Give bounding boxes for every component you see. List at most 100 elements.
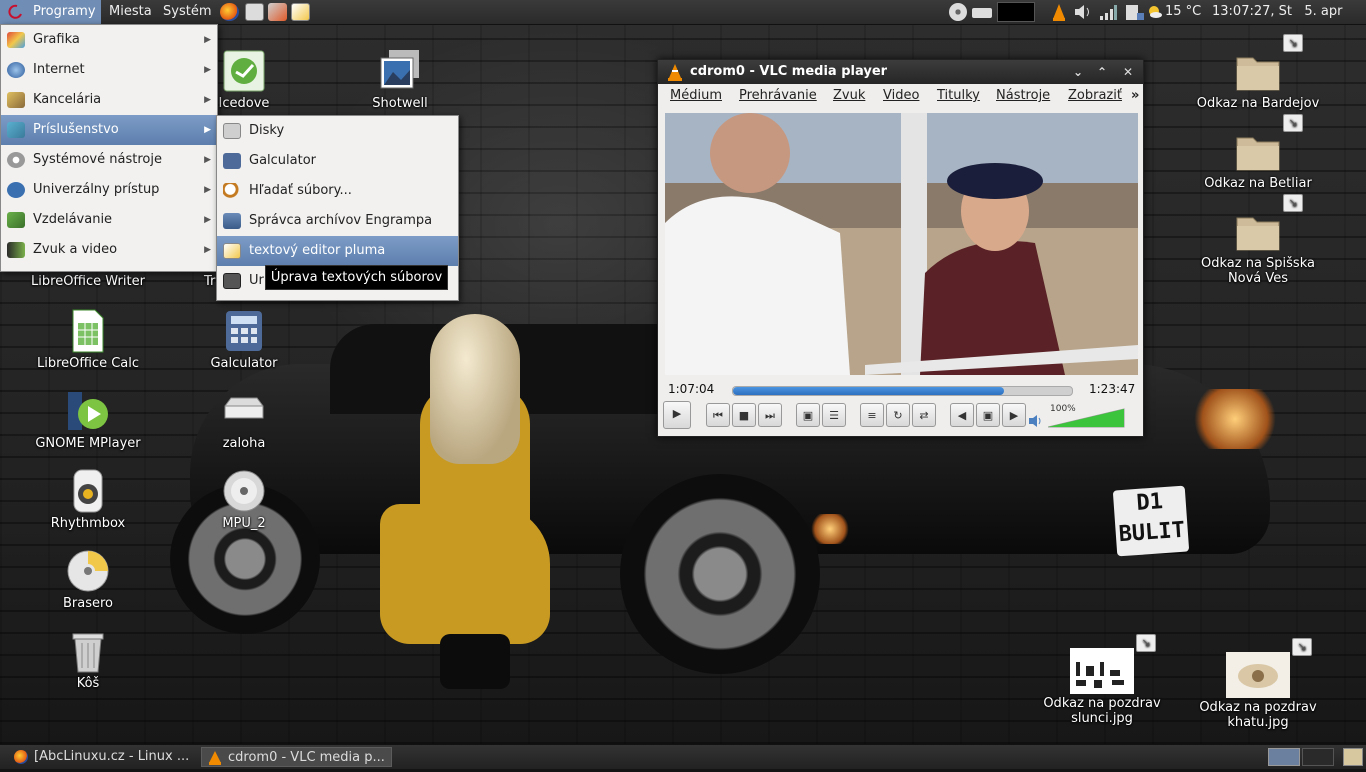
vlc-titlebar[interactable]: cdrom0 - VLC media player ⌄ ⌃ ✕ [658,60,1143,84]
license-plate: D1 BULIT [1112,485,1190,557]
desktop-icon-libreoffice-calc[interactable]: LibreOffice Calc [23,308,153,371]
desktop-icon-libreoffice-writer[interactable]: LibreOffice Writer [23,274,153,289]
drive-tray-icon[interactable] [972,8,992,18]
shortcut-arrow-icon: ↘ [1283,194,1303,212]
menu-nastroje[interactable]: Nástroje [996,84,1050,108]
menu-titulky[interactable]: Titulky [937,84,980,108]
submenu-arrow-icon: ▶ [204,245,211,255]
folder-link-icon: ↘ [1235,194,1303,254]
submenu-arrow-icon: ▶ [204,155,211,165]
vlc-menubar: Médium Prehrávanie Zvuk Video Titulky Ná… [658,84,1143,108]
calculator-launcher-icon[interactable] [245,3,264,21]
shotwell-icon [377,48,423,94]
menu-item-prislusenstvo[interactable]: Príslušenstvo ▶ [1,115,217,145]
next-chapter-button[interactable]: ⏭ [758,403,782,427]
close-button[interactable]: ✕ [1119,63,1137,81]
play-button[interactable]: ▶ [663,401,691,429]
menu-item-galculator[interactable]: Galculator [217,146,458,176]
taskbar-item-browser[interactable]: [AbcLinuxu.cz - Linux ... [8,747,198,767]
menu-video[interactable]: Video [883,84,919,108]
system-menu-button[interactable]: Systém [163,0,211,24]
desktop-icon-pozdrav-slunci[interactable]: ↘ Odkaz na pozdrav slunci.jpg [1037,634,1167,726]
workspace-1[interactable] [1268,748,1300,766]
menu-zvuk[interactable]: Zvuk [833,84,865,108]
video-area[interactable] [665,113,1138,375]
education-icon [7,212,25,228]
workspace-2[interactable] [1302,748,1334,766]
trash-applet-icon[interactable] [1343,748,1363,766]
menu-overflow-icon[interactable]: » [1131,84,1139,108]
desktop-icon-gnome-mplayer[interactable]: GNOME MPlayer [23,388,153,451]
menu-item-engrampa[interactable]: Správca archívov Engrampa [217,206,458,236]
menu-item-zvuk-a-video[interactable]: Zvuk a video ▶ [1,235,217,265]
screenshot-launcher-icon[interactable] [268,3,287,21]
menu-item-pluma[interactable]: textový editor pluma [217,236,458,266]
taskbar-item-vlc[interactable]: cdrom0 - VLC media p... [201,747,392,767]
image-link-icon: ↘ [1070,634,1156,694]
loop-button[interactable]: ↻ [886,403,910,427]
desktop-icon-brasero[interactable]: Brasero [23,548,153,611]
miesta-menu-button[interactable]: Miesta [109,0,152,24]
menu-item-kancelaria[interactable]: Kancelária ▶ [1,85,217,115]
temperature-label[interactable]: 15 °C [1165,0,1201,24]
vlc-tray-icon[interactable] [1052,3,1066,21]
frame-back-button[interactable]: ◀ [950,403,974,427]
previous-chapter-button[interactable]: ⏮ [706,403,730,427]
applications-menu: Grafika ▶ Internet ▶ Kancelária ▶ Príslušen… [0,24,218,272]
menu-item-disky[interactable]: Disky [217,116,458,146]
desktop-icon-zaloha[interactable]: zaloha [179,388,309,451]
system-monitor-icon[interactable] [997,2,1035,22]
screenshot-icon [223,273,241,289]
battery-tray-icon[interactable] [1123,3,1145,21]
menu-item-hladat-subory[interactable]: Hľadať súbory... [217,176,458,206]
playlist-button[interactable]: ≡ [860,403,884,427]
image-link-icon: ↘ [1226,638,1312,698]
minimize-button[interactable]: ⌄ [1069,63,1087,81]
cd-tray-icon[interactable] [949,3,967,21]
menu-item-internet[interactable]: Internet ▶ [1,55,217,85]
desktop-icon-rhythmbox[interactable]: Rhythmbox [23,468,153,531]
desktop-icon-pozdrav-khatu[interactable]: ↘ Odkaz na pozdrav khatu.jpg [1193,638,1323,730]
desktop-icon-galculator[interactable]: Galculator [179,308,309,371]
programy-menu-button[interactable]: Programy [0,0,101,24]
submenu-arrow-icon: ▶ [204,215,211,225]
desktop-icon-mpu2[interactable]: MPU_2 [179,468,309,531]
folder-link-icon: ↘ [1235,34,1303,94]
drive-icon [221,388,267,434]
menu-item-grafika[interactable]: Grafika ▶ [1,25,217,55]
maximize-button[interactable]: ⌃ [1093,63,1111,81]
globe-icon [7,62,25,78]
folder-link-icon: ↘ [1235,114,1303,174]
volume-tray-icon[interactable] [1073,3,1093,21]
fullscreen-button[interactable]: ▣ [796,403,820,427]
speaker-icon[interactable] [1028,414,1044,432]
desktop-icon-odkaz-spisska[interactable]: ↘ Odkaz na Spišska Nová Ves [1193,194,1323,286]
desktop-icon-shotwell[interactable]: Shotwell [335,48,465,111]
mplayer-icon [65,388,111,434]
seek-bar[interactable] [732,386,1073,396]
snapshot-button[interactable]: ▣ [976,403,1000,427]
text-editor-launcher-icon[interactable] [291,3,310,21]
menu-prehravanie[interactable]: Prehrávanie [739,84,817,108]
extended-settings-button[interactable]: ☰ [822,403,846,427]
desktop-icon-odkaz-bardejov[interactable]: ↘ Odkaz na Bardejov [1193,34,1323,111]
seek-bar-fill [733,387,1005,395]
menu-item-univerzalny-pristup[interactable]: Univerzálny prístup ▶ [1,175,217,205]
system-tools-icon [7,152,25,168]
menu-medium[interactable]: Médium [670,84,722,108]
stop-button[interactable]: ■ [732,403,756,427]
menu-item-vzdelavanie[interactable]: Vzdelávanie ▶ [1,205,217,235]
desktop-icon-trash[interactable]: Kôš [23,628,153,691]
shuffle-button[interactable]: ⇄ [912,403,936,427]
menu-zobrazit[interactable]: Zobraziť [1068,84,1122,108]
menu-item-systemove-nastroje[interactable]: Systémové nástroje ▶ [1,145,217,175]
bottom-panel: [AbcLinuxu.cz - Linux ... cdrom0 - VLC m… [0,744,1366,769]
multimedia-icon [7,242,25,258]
desktop-icon-odkaz-betliar[interactable]: ↘ Odkaz na Betliar [1193,114,1323,191]
firefox-launcher-icon[interactable] [220,3,239,21]
frame-forward-button[interactable]: ▶ [1002,403,1026,427]
volume-slider[interactable]: 100% [1048,404,1126,428]
network-signal-icon[interactable] [1099,3,1117,21]
text-editor-icon [223,243,241,259]
clock[interactable]: 13:07:27, St 5. apr [1212,0,1343,24]
